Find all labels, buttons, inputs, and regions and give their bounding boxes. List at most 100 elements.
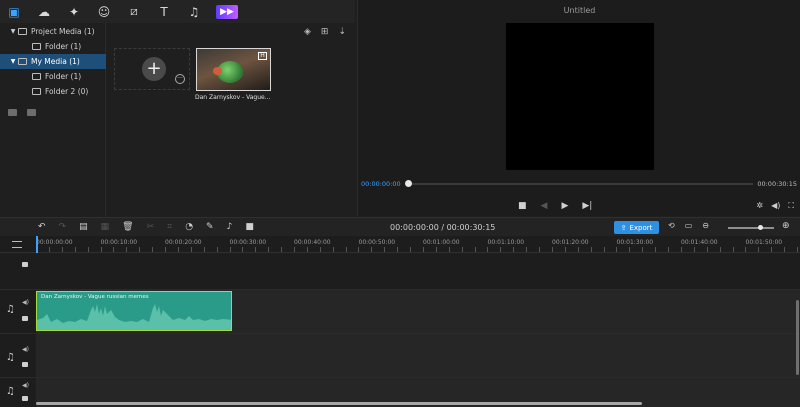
ruler-tick [578,247,579,252]
tree-actions [8,109,36,116]
effects-icon[interactable]: ✦ [66,4,82,20]
play-icon[interactable]: ▶ [561,201,568,211]
ruler-tick [733,247,734,252]
ruler-tick [539,247,540,252]
tree-item-label: Project Media (1) [31,27,95,36]
grid-view-icon[interactable]: ⊞ [321,27,329,37]
sort-icon[interactable]: ⇣ [338,27,346,37]
split-icon[interactable]: ✂ [147,222,155,232]
zoom-in-icon[interactable]: ⊕ [782,221,790,231]
zoom-out-icon[interactable]: ⊖ [702,221,709,230]
delete-icon[interactable]: 🗑 [122,222,133,232]
settings-icon[interactable]: ✲ [756,201,763,211]
media-icon[interactable]: ▣ [6,4,22,20]
scrubber-handle[interactable] [405,180,412,187]
ruler-tick [384,247,385,252]
track-lane[interactable] [36,254,800,289]
export-button[interactable]: ⇪ Export [614,221,659,234]
ruler-tick [449,247,450,252]
delete-folder-icon[interactable] [27,109,36,116]
stickers-icon[interactable]: ☺ [96,4,112,20]
lock-icon[interactable] [22,396,28,401]
tree-item-label: Folder (1) [45,72,82,81]
more-options-icon[interactable]: ··· [175,74,185,84]
ruler-tick [139,247,140,252]
fullscreen-icon[interactable]: ⛶ [788,201,794,211]
microphone-icon[interactable]: ♪ [227,222,233,232]
subtitle-icon[interactable]: ▭ [685,221,693,230]
track-header: ♫ ◀) [0,290,35,333]
ruler-tick [204,247,205,252]
track-header [0,254,35,289]
paste-icon[interactable]: ▦ [101,222,110,232]
ruler-tick [784,247,785,252]
loop-icon[interactable]: ⟲ [668,221,675,230]
ruler-tick [462,247,463,252]
stop-icon[interactable]: ■ [518,201,527,211]
redo-icon[interactable]: ↷ [59,222,67,232]
speaker-icon[interactable]: ◀) [22,299,29,306]
tree-item[interactable]: Folder (1) [0,39,106,54]
track-menu-icon[interactable] [12,241,22,248]
ruler-tick [694,247,695,252]
caret-down-icon[interactable]: ▼ [8,28,18,35]
music-note-icon: ♫ [6,386,15,397]
export-icon: ⇪ [620,223,627,232]
ruler-tick [346,247,347,252]
media-clip-name: Dan Zarnyskov - Vague... [195,94,271,101]
ruler-tick [487,247,488,252]
undo-icon[interactable]: ↶ [38,222,46,232]
brand-icon[interactable]: ▶▶ [216,4,238,19]
timeline-vertical-scrollbar[interactable] [796,300,799,375]
ruler-tick [49,247,50,252]
layers-icon[interactable]: ◈ [304,27,311,37]
lock-icon[interactable] [22,316,28,321]
tree-item[interactable]: Folder (1) [0,69,106,84]
crop-icon[interactable]: ⌗ [167,222,172,232]
speed-icon[interactable]: ◔ [185,222,193,232]
lock-icon[interactable] [22,362,28,367]
audio-track-2: ♫ ◀) [0,334,800,378]
text-icon[interactable]: T [156,4,172,20]
tree-item[interactable]: ▼ My Media (1) [0,54,106,69]
media-clip-thumbnail[interactable]: H [196,48,271,91]
volume-icon[interactable]: ◀) [771,201,780,211]
new-folder-icon[interactable] [8,109,17,116]
tree-item[interactable]: ▼ Project Media (1) [0,24,106,39]
copy-icon[interactable]: ▤ [79,222,88,232]
ruler-tick [281,247,282,252]
stock-media-icon[interactable]: ☁ [36,4,52,20]
transitions-icon[interactable]: ⧄ [126,4,142,20]
audio-clip[interactable]: Dan Zarnyskov - Vague russian memes [36,291,232,331]
playhead[interactable] [36,236,38,253]
tree-item-label: My Media (1) [31,57,80,66]
edit-icon[interactable]: ✎ [206,222,214,232]
current-time: 00:00:00:00 [361,180,401,188]
lock-icon[interactable] [22,262,28,267]
ruler-tick [681,247,682,252]
record-icon[interactable]: ■ [245,222,254,232]
zoom-slider[interactable] [728,225,774,230]
track-lane[interactable] [36,334,800,377]
video-track [0,254,800,290]
ruler-tick [165,247,166,252]
zoom-slider-handle[interactable] [758,225,764,230]
ruler-tick [62,247,63,252]
import-plus-icon[interactable]: + [142,57,166,81]
media-tree: ▼ Project Media (1) Folder (1) ▼ My Media (1… [0,23,106,216]
ruler-tick [423,247,424,252]
prev-frame-icon[interactable]: ◀ [541,201,548,211]
ruler-tick [230,247,231,252]
speaker-icon[interactable]: ◀) [22,346,29,353]
audio-icon[interactable]: ♫ [186,4,202,20]
caret-down-icon[interactable]: ▼ [8,58,18,65]
ruler-tick [526,247,527,252]
video-badge-icon: H [258,52,267,60]
speaker-icon[interactable]: ◀) [22,382,29,389]
timeline-horizontal-scrollbar[interactable] [36,402,642,405]
preview-scrubber[interactable] [405,180,753,187]
ruler-tick [513,247,514,252]
tree-item[interactable]: Folder 2 (0) [0,84,106,99]
next-frame-icon[interactable]: ▶| [582,201,592,211]
timeline-ruler[interactable]: 00:00:00:00 00:00:10:00 00:00:20:00 00:00:3… [0,236,800,253]
